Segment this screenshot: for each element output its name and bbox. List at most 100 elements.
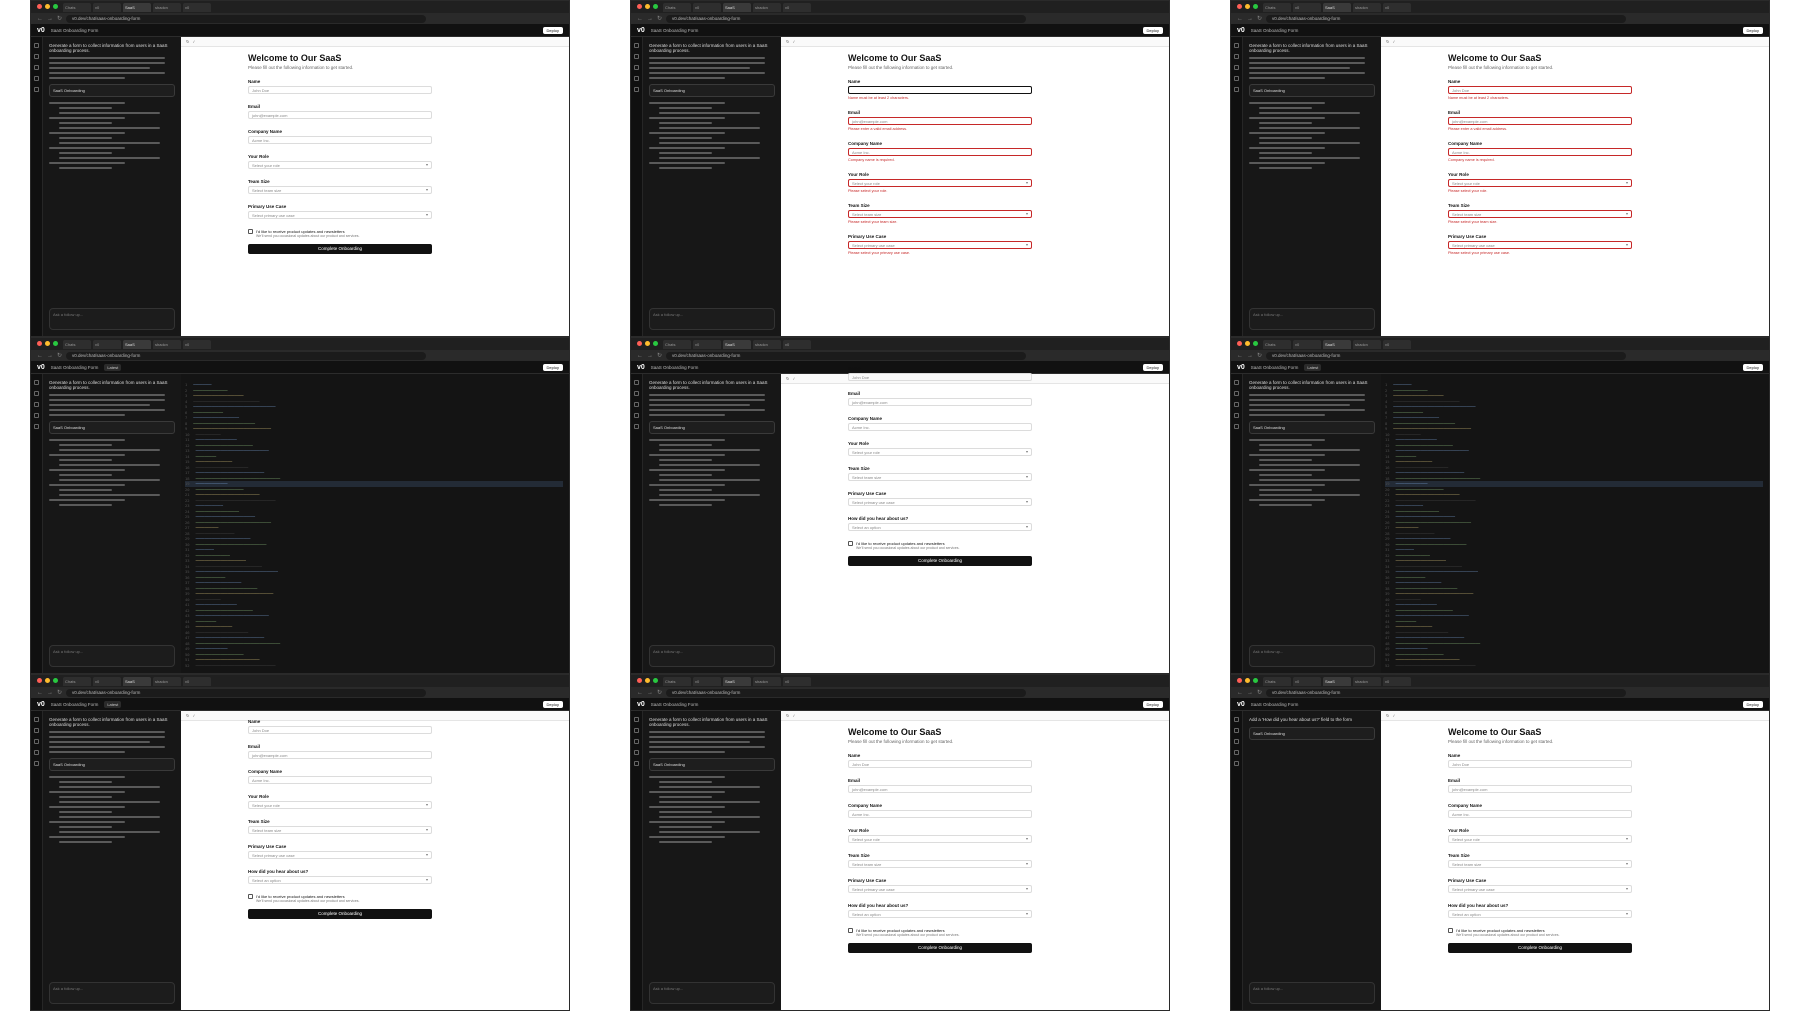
project-title[interactable]: SaaS Onboarding Form — [651, 365, 699, 370]
window-controls[interactable] — [37, 4, 58, 9]
sidebar-icon[interactable] — [1234, 402, 1239, 407]
sidebar-icon[interactable] — [634, 424, 639, 429]
role-select[interactable]: Select your role — [848, 179, 1032, 187]
browser-tab[interactable]: v0 — [93, 339, 121, 349]
window-control-dot[interactable] — [1245, 4, 1250, 9]
chat-input[interactable]: Ask a follow up... — [49, 645, 175, 667]
company-input[interactable]: Acme Inc. — [248, 136, 432, 144]
nav-arrow-icon[interactable]: → — [647, 690, 653, 696]
project-title[interactable]: SaaS Onboarding Form — [51, 28, 99, 33]
browser-tab[interactable]: v0 — [183, 676, 211, 686]
v0-logo[interactable]: v0 — [37, 701, 45, 708]
v0-logo[interactable]: v0 — [37, 27, 45, 34]
sidebar-icon[interactable] — [1234, 65, 1239, 70]
project-title[interactable]: SaaS Onboarding Form — [1251, 28, 1299, 33]
chat-input[interactable]: Ask a follow up... — [49, 982, 175, 1004]
usecase-select[interactable]: Select primary use case — [1448, 241, 1632, 249]
heard-select[interactable]: Select an option — [848, 910, 1032, 918]
browser-tab[interactable]: v0 — [1293, 339, 1321, 349]
code-editor[interactable]: 1 ──────── 2 ─────────────── 3 ───────────… — [1381, 374, 1769, 673]
sidebar-icon[interactable] — [34, 43, 39, 48]
browser-tab[interactable]: SaaS — [123, 339, 151, 349]
name-input[interactable]: John Doe — [248, 86, 432, 94]
window-control-dot[interactable] — [637, 341, 642, 346]
url-input[interactable]: v0.dev/chat/saas-onboarding-form — [666, 14, 1027, 23]
role-select[interactable]: Select your role — [848, 835, 1032, 843]
deploy-button[interactable]: Deploy — [1742, 27, 1763, 34]
sidebar-icon[interactable] — [634, 413, 639, 418]
browser-tab[interactable]: v0 — [783, 2, 811, 12]
nav-arrow-icon[interactable]: ↻ — [657, 15, 662, 22]
sidebar-icon[interactable] — [34, 391, 39, 396]
nav-arrow-icon[interactable]: ← — [1237, 16, 1243, 22]
window-control-dot[interactable] — [37, 341, 42, 346]
browser-tab[interactable]: shadcn — [753, 2, 781, 12]
company-input[interactable]: Acme Inc. — [1448, 810, 1632, 818]
heard-select[interactable]: Select an option — [248, 876, 432, 884]
updates-checkbox-row[interactable]: I'd like to receive product updates and … — [848, 928, 1032, 937]
browser-tab[interactable]: Chats — [1263, 339, 1291, 349]
deploy-button[interactable]: Deploy — [1742, 364, 1763, 371]
generated-block-card[interactable]: SaaS Onboarding — [1249, 84, 1375, 97]
generated-block-card[interactable]: SaaS Onboarding — [49, 758, 175, 771]
sidebar-icon[interactable] — [1234, 76, 1239, 81]
sidebar-icon[interactable] — [1234, 761, 1239, 766]
v0-logo[interactable]: v0 — [637, 364, 645, 371]
browser-tab[interactable]: shadcn — [1353, 2, 1381, 12]
updates-checkbox[interactable] — [848, 541, 853, 546]
project-title[interactable]: SaaS Onboarding Form — [51, 702, 99, 707]
sidebar-icon[interactable] — [34, 750, 39, 755]
sidebar-icon[interactable] — [1234, 739, 1239, 744]
url-input[interactable]: v0.dev/chat/saas-onboarding-form — [66, 351, 427, 360]
window-control-dot[interactable] — [45, 678, 50, 683]
email-input[interactable]: john@example.com — [1448, 117, 1632, 125]
updates-checkbox-row[interactable]: I'd like to receive product updates and … — [248, 229, 432, 238]
email-input[interactable]: john@example.com — [1448, 785, 1632, 793]
complete-onboarding-button[interactable]: Complete Onboarding — [848, 943, 1032, 953]
window-control-dot[interactable] — [645, 678, 650, 683]
url-input[interactable]: v0.dev/chat/saas-onboarding-form — [666, 688, 1027, 697]
sidebar-icon[interactable] — [1234, 413, 1239, 418]
generated-block-card[interactable]: SaaS Onboarding — [1249, 727, 1375, 740]
browser-tab[interactable]: v0 — [1293, 676, 1321, 686]
refresh-icon[interactable]: ↻ — [186, 39, 189, 44]
url-input[interactable]: v0.dev/chat/saas-onboarding-form — [66, 14, 427, 23]
window-control-dot[interactable] — [653, 678, 658, 683]
sidebar-icon[interactable] — [634, 65, 639, 70]
name-input[interactable] — [848, 86, 1032, 94]
name-input[interactable]: John Doe — [1448, 86, 1632, 94]
nav-arrow-icon[interactable]: → — [47, 353, 53, 359]
email-input[interactable]: john@example.com — [848, 785, 1032, 793]
sidebar-icon[interactable] — [34, 54, 39, 59]
window-controls[interactable] — [1237, 341, 1258, 346]
name-input[interactable]: John Doe — [248, 726, 432, 734]
browser-tab[interactable]: SaaS — [1323, 676, 1351, 686]
refresh-icon[interactable]: ↻ — [786, 713, 789, 718]
sidebar-icon[interactable] — [34, 717, 39, 722]
generated-block-card[interactable]: SaaS Onboarding — [1249, 421, 1375, 434]
sidebar-icon[interactable] — [34, 76, 39, 81]
browser-tab[interactable]: v0 — [693, 676, 721, 686]
window-control-dot[interactable] — [637, 4, 642, 9]
complete-onboarding-button[interactable]: Complete Onboarding — [248, 909, 432, 919]
sidebar-icon[interactable] — [34, 87, 39, 92]
role-select[interactable]: Select your role — [848, 448, 1032, 456]
browser-tab[interactable]: v0 — [1383, 2, 1411, 12]
team-select[interactable]: Select team size — [848, 473, 1032, 481]
sidebar-icon[interactable] — [1234, 54, 1239, 59]
deploy-button[interactable]: Deploy — [542, 27, 563, 34]
window-controls[interactable] — [637, 341, 658, 346]
deploy-button[interactable]: Deploy — [1142, 27, 1163, 34]
project-title[interactable]: SaaS Onboarding Form — [1251, 365, 1299, 370]
nav-arrow-icon[interactable]: → — [47, 690, 53, 696]
browser-tab[interactable]: v0 — [783, 339, 811, 349]
browser-tab[interactable]: SaaS — [1323, 2, 1351, 12]
company-input[interactable]: Acme Inc. — [848, 423, 1032, 431]
browser-tab[interactable]: v0 — [183, 339, 211, 349]
role-select[interactable]: Select your role — [1448, 835, 1632, 843]
chat-input[interactable]: Ask a follow up... — [49, 308, 175, 330]
nav-arrow-icon[interactable]: ← — [1237, 690, 1243, 696]
v0-logo[interactable]: v0 — [1237, 364, 1245, 371]
sidebar-icon[interactable] — [634, 391, 639, 396]
nav-arrow-icon[interactable]: ↻ — [657, 352, 662, 359]
